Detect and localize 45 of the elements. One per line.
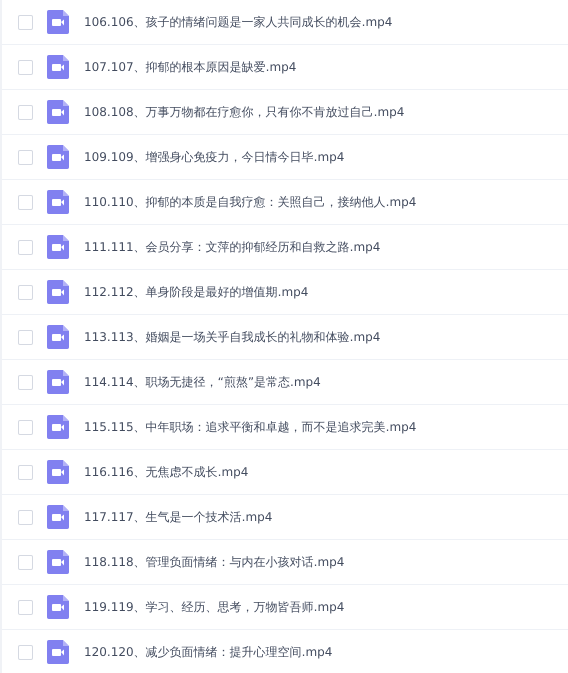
file-name[interactable]: 116.116、无焦虑不成长.mp4 bbox=[84, 464, 248, 480]
checkbox[interactable] bbox=[18, 104, 33, 120]
video-file-icon bbox=[47, 370, 69, 394]
video-file-icon bbox=[47, 460, 69, 484]
checkbox[interactable] bbox=[18, 14, 33, 30]
file-name[interactable]: 120.120、减少负面情绪：提升心理空间.mp4 bbox=[84, 644, 332, 660]
file-name[interactable]: 111.111、会员分享：文萍的抑郁经历和自救之路.mp4 bbox=[84, 238, 380, 256]
checkbox[interactable] bbox=[18, 600, 33, 614]
checkbox[interactable] bbox=[18, 554, 33, 570]
video-file-icon bbox=[47, 325, 69, 349]
checkbox[interactable] bbox=[18, 420, 33, 434]
file-name[interactable]: 117.117、生气是一个技术活.mp4 bbox=[84, 508, 272, 526]
file-name[interactable]: 119.119、学习、经历、思考，万物皆吾师.mp4 bbox=[84, 598, 344, 616]
video-file-icon bbox=[47, 100, 69, 124]
file-name[interactable]: 107.107、抑郁的根本原因是缺爱.mp4 bbox=[84, 58, 296, 76]
video-file-icon bbox=[47, 190, 69, 214]
checkbox[interactable] bbox=[18, 510, 33, 524]
file-name[interactable]: 114.114、职场无捷径，“煎熬”是常态.mp4 bbox=[84, 374, 321, 390]
file-name[interactable]: 108.108、万事万物都在疗愈你，只有你不肯放过自己.mp4 bbox=[84, 104, 404, 120]
file-name[interactable]: 106.106、孩子的情绪问题是一家人共同成长的机会.mp4 bbox=[84, 14, 392, 30]
file-name[interactable]: 115.115、中年职场：追求平衡和卓越，而不是追求完美.mp4 bbox=[84, 418, 416, 436]
checkbox[interactable] bbox=[18, 150, 33, 164]
video-file-icon bbox=[47, 280, 69, 304]
checkbox[interactable] bbox=[18, 330, 33, 344]
video-file-icon bbox=[47, 640, 69, 664]
checkbox[interactable] bbox=[18, 374, 33, 390]
checkbox[interactable] bbox=[18, 644, 33, 660]
video-file-icon bbox=[47, 415, 69, 439]
checkbox[interactable] bbox=[18, 60, 33, 74]
video-file-icon bbox=[47, 235, 69, 259]
file-name[interactable]: 109.109、增强身心免疫力，今日情今日毕.mp4 bbox=[84, 148, 344, 166]
video-file-icon bbox=[47, 550, 69, 574]
file-name[interactable]: 110.110、抑郁的本质是自我疗愈：关照自己，接纳他人.mp4 bbox=[84, 194, 416, 210]
video-file-icon bbox=[47, 10, 69, 34]
file-name[interactable]: 113.113、婚姻是一场关乎自我成长的礼物和体验.mp4 bbox=[84, 328, 380, 346]
video-file-icon bbox=[47, 55, 69, 79]
checkbox[interactable] bbox=[18, 464, 33, 480]
file-name[interactable]: 118.118、管理负面情绪：与内在小孩对话.mp4 bbox=[84, 554, 344, 570]
file-name[interactable]: 112.112、单身阶段是最好的增值期.mp4 bbox=[84, 284, 308, 300]
checkbox[interactable] bbox=[18, 284, 33, 300]
checkbox[interactable] bbox=[18, 194, 33, 210]
video-file-icon bbox=[47, 595, 69, 619]
video-file-icon bbox=[47, 145, 69, 169]
checkbox[interactable] bbox=[18, 240, 33, 254]
video-file-icon bbox=[47, 505, 69, 529]
